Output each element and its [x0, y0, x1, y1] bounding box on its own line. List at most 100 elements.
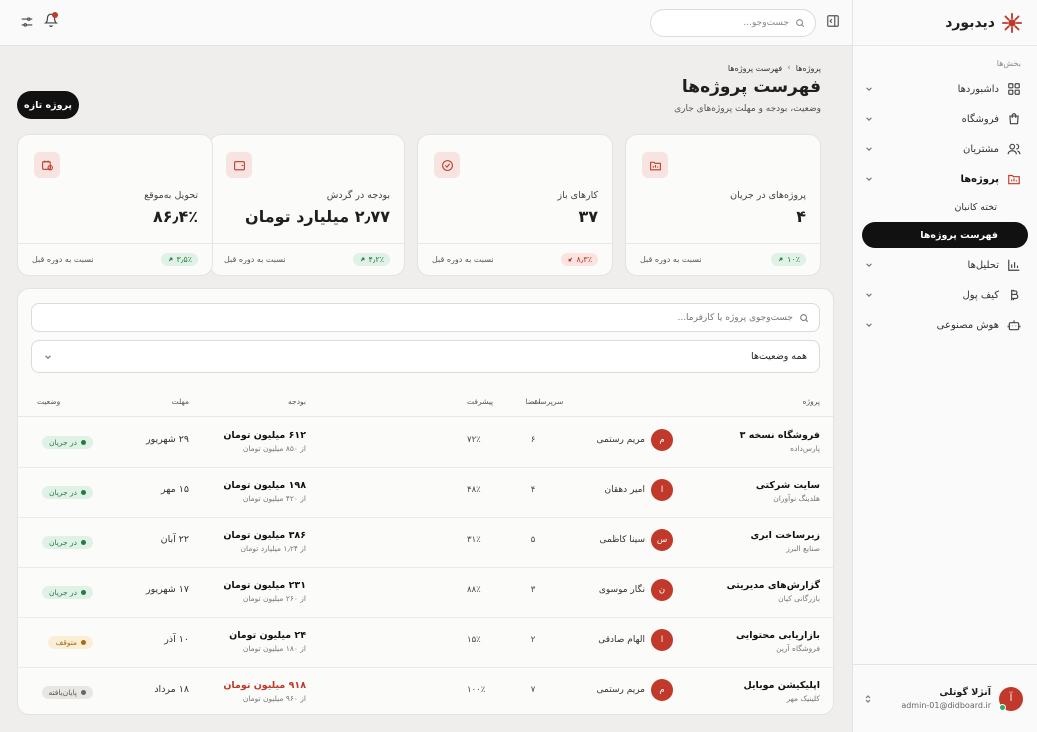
sidebar-item-customers[interactable]: مشتریان — [853, 134, 1037, 164]
column-header-deadline[interactable]: مهلت — [119, 397, 189, 406]
progress-value: ۸۸٪ — [467, 585, 481, 595]
sidebar-item-label: داشبوردها — [957, 83, 999, 95]
status-badge: پایان‌یافته — [41, 686, 93, 699]
lead-name: الهام صادقی — [598, 635, 645, 645]
change-badge: ۱۰٪ — [771, 253, 806, 266]
status-dot — [81, 490, 86, 495]
search-icon — [799, 313, 809, 323]
project-name[interactable]: گزارش‌های مدیریتی — [690, 580, 820, 591]
breadcrumb-item[interactable]: پروژه‌ها — [796, 64, 821, 73]
sidebar-toggle-icon[interactable] — [826, 14, 840, 28]
deadline: ۱۸ مرداد — [154, 684, 189, 695]
lead-name: سینا کاظمی — [599, 535, 645, 545]
table-row[interactable]: بازاریابی محتوایی فروشگاه آرین ا الهام صادق… — [18, 618, 833, 668]
global-search-input[interactable]: جست‌وجو... — [650, 9, 816, 37]
column-header-project[interactable]: پروژه — [690, 397, 820, 406]
calendar-clock-icon — [34, 152, 60, 178]
stat-label: پروژه‌های در جریان — [730, 190, 806, 201]
project-cell: بازاریابی محتوایی فروشگاه آرین — [690, 630, 820, 653]
status-cell: پایان‌یافته — [33, 680, 93, 699]
project-name[interactable]: اپلیکیشن موبایل — [690, 680, 820, 691]
budget-cell: ۲۳۱ میلیون تومان از ۲۶۰ میلیون تومان — [216, 580, 306, 603]
sidebar-item-analytics[interactable]: تحلیل‌ها — [853, 250, 1037, 280]
arrow-up-right-icon — [778, 257, 783, 262]
sidebar-item-ai[interactable]: هوش مصنوعی — [853, 310, 1037, 340]
table-row[interactable]: زیرساخت ابری صنایع البرز س سینا کاظمی ۵ ۳۱٪ ۳۸… — [18, 518, 833, 568]
table-row[interactable]: فروشگاه نسخه ۳ پارس‌داده م مریم رستمی ۶ ۷۲٪ ۶۱… — [18, 418, 833, 468]
column-header-status[interactable]: وضعیت — [37, 397, 93, 406]
progress-value: ۴۸٪ — [467, 485, 481, 495]
table-header: پروژه سرپرست اعضا پیشرفت بودجه مهلت وضعی… — [18, 389, 833, 417]
sidebar-subitem-kanban[interactable]: تخته کانبان — [853, 194, 1037, 220]
deadline: ۱۰ آذر — [164, 634, 189, 645]
project-cell: گزارش‌های مدیریتی بازرگانی کیان — [690, 580, 820, 603]
column-header-budget[interactable]: بودجه — [216, 397, 306, 406]
project-search-input[interactable]: جست‌وجوی پروژه یا کارفرما... — [31, 303, 820, 332]
table-row[interactable]: گزارش‌های مدیریتی بازرگانی کیان ن نگار موسو… — [18, 568, 833, 618]
stat-label: کارهای باز — [557, 190, 599, 201]
sidebar-item-projects[interactable]: پروژه‌ها — [853, 164, 1037, 194]
sidebar-item-wallet[interactable]: کیف پول — [853, 280, 1037, 310]
project-name[interactable]: فروشگاه نسخه ۳ — [690, 430, 820, 441]
stat-label: تحویل به‌موقع — [144, 190, 198, 201]
chevron-down-icon — [865, 261, 873, 269]
stat-compare: نسبت به دوره قبل — [432, 255, 494, 264]
project-client: پارس‌داده — [790, 444, 820, 453]
deadline: ۲۲ آبان — [160, 534, 189, 545]
project-name[interactable]: سایت شرکتی — [690, 480, 820, 491]
deadline: ۱۷ شهریور — [146, 584, 189, 595]
status-cell: در جریان — [33, 480, 93, 499]
progress-value: ۷۲٪ — [467, 435, 481, 445]
breadcrumb-item-current: فهرست پروژه‌ها — [727, 63, 783, 73]
users-icon — [1007, 142, 1021, 156]
avatar: م — [651, 679, 673, 701]
budget-total: از ۸۵۰ میلیون تومان — [242, 444, 306, 453]
budget-cell: ۹۱۸ میلیون تومان از ۹۶۰ میلیون تومان — [216, 680, 306, 703]
user-menu[interactable]: آ آنژلا گوتلی admin-01@didboard.ir — [853, 664, 1037, 732]
page-subtitle: وضعیت، بودجه و مهلت پروژه‌های جاری — [674, 104, 821, 114]
project-client: صنایع البرز — [786, 544, 820, 553]
budget-spent: ۲۳۱ میلیون تومان — [223, 580, 306, 591]
members-count: ۵ — [530, 535, 536, 545]
shopping-bag-icon — [1007, 112, 1021, 126]
status-cell: در جریان — [33, 430, 93, 449]
table-row[interactable]: سایت شرکتی هلدینگ نوآوران ا امیر دهقان ۴ ۴۸٪ ۱… — [18, 468, 833, 518]
stat-card-open-tasks: کارهای باز ۳۷ ۸٫۳٪ نسبت به دوره قبل — [417, 134, 613, 276]
sidebar-item-store[interactable]: فروشگاه — [853, 104, 1037, 134]
stat-compare: نسبت به دوره قبل — [224, 255, 286, 264]
project-name[interactable]: زیرساخت ابری — [690, 530, 820, 541]
column-header-progress[interactable]: پیشرفت — [467, 397, 515, 406]
stat-value: ۳۷ — [578, 207, 598, 226]
avatar: ا — [651, 629, 673, 651]
column-header-lead[interactable]: سرپرست — [533, 397, 673, 406]
budget-spent: ۳۸۶ میلیون تومان — [223, 530, 306, 541]
budget-total: از ۹۶۰ میلیون تومان — [242, 694, 306, 703]
search-placeholder: جست‌وجو... — [743, 18, 789, 28]
lead-name: امیر دهقان — [604, 485, 645, 495]
stat-card-budget: بودجه در گردش ۲٫۷۷ میلیارد تومان ۴٫۲٪ نس… — [209, 134, 405, 276]
chevron-left-icon: › — [787, 63, 791, 73]
column-header-members[interactable]: اعضا — [523, 397, 543, 406]
table-row[interactable]: اپلیکیشن موبایل کلینیک مهر م مریم رستمی ۷ ۱۰۰… — [18, 668, 833, 714]
budget-spent: ۶۱۲ میلیون تومان — [223, 430, 306, 441]
sidebar-subitem-project-list[interactable]: فهرست پروژه‌ها — [862, 222, 1028, 248]
topbar: جست‌وجو... — [0, 0, 852, 46]
sidebar-header: دیدبورد — [853, 0, 1037, 46]
status-dot — [81, 690, 86, 695]
change-badge: ۸٫۳٪ — [560, 253, 598, 266]
sidebar-item-dashboards[interactable]: داشبوردها — [853, 74, 1037, 104]
project-name[interactable]: بازاریابی محتوایی — [690, 630, 820, 641]
stat-card-on-time: تحویل به‌موقع ۸۶٫۴٪ ۳٫۵٪ نسبت به دوره قب… — [17, 134, 213, 276]
project-cell: زیرساخت ابری صنایع البرز — [690, 530, 820, 553]
progress-value: ۳۱٪ — [467, 535, 481, 545]
new-project-button[interactable]: پروژه تازه — [17, 91, 79, 119]
sliders-icon[interactable] — [20, 15, 34, 29]
notification-dot — [52, 12, 58, 18]
status-dot — [81, 590, 86, 595]
progress-value: ۱۵٪ — [467, 635, 481, 645]
chevron-down-icon — [865, 145, 873, 153]
sidebar-item-label: مشتریان — [963, 143, 999, 155]
check-circle-icon — [434, 152, 460, 178]
status-filter-select[interactable]: همه وضعیت‌ها — [31, 340, 820, 373]
members-count: ۷ — [530, 685, 536, 695]
